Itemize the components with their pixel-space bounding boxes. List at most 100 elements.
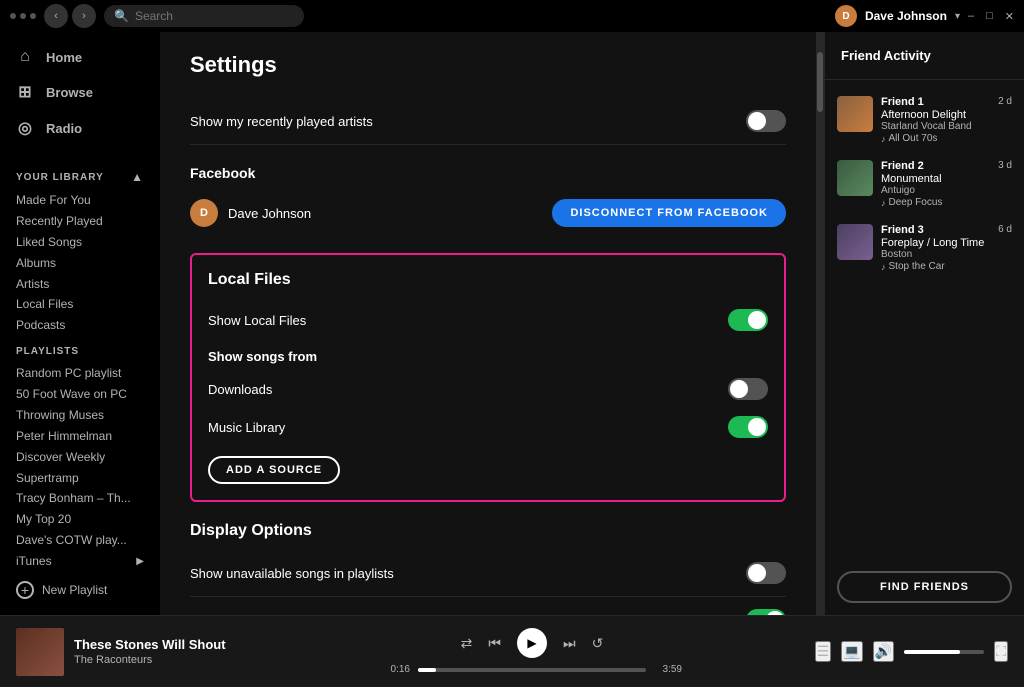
fa-time-1: 2 d xyxy=(998,96,1012,107)
track-artist: The Raconteurs xyxy=(74,654,226,666)
sidebar-item-made-for-you[interactable]: Made For You xyxy=(0,188,160,209)
fa-time-2: 3 d xyxy=(998,160,1012,171)
toggle-knob xyxy=(748,311,766,329)
local-files-section: Local Files Show Local Files Show songs … xyxy=(190,253,786,502)
maximize-button[interactable]: □ xyxy=(986,10,993,23)
search-bar[interactable]: 🔍 xyxy=(104,5,304,27)
friend-activity-list: Friend 1 2 d Afternoon Delight Starland … xyxy=(825,80,1024,559)
fa-user-name-3: Friend 3 xyxy=(881,224,924,236)
fa-note-icon-3: ♪ xyxy=(881,262,886,272)
prev-button[interactable]: ⏮ xyxy=(488,635,501,652)
next-button[interactable]: ⏭ xyxy=(563,635,576,652)
playlist-item-daves-cotw[interactable]: Dave's COTW play... xyxy=(0,528,160,549)
content-area: Settings Show my recently played artists… xyxy=(160,32,816,615)
sidebar-item-radio[interactable]: ◎ Radio xyxy=(0,110,160,146)
close-button[interactable]: ✕ xyxy=(1005,10,1014,23)
unavailable-songs-label: Show unavailable songs in playlists xyxy=(190,566,394,581)
announcements-row: Show announcements about new releases xyxy=(190,597,786,615)
sidebar-nav: ⌂ Home ⊞ Browse ◎ Radio xyxy=(0,40,160,146)
main-area: ⌂ Home ⊞ Browse ◎ Radio YOUR LIBRARY ▲ M… xyxy=(0,32,1024,615)
show-local-files-label: Show Local Files xyxy=(208,313,306,328)
show-local-files-toggle[interactable] xyxy=(728,309,768,331)
sidebar-item-recently-played[interactable]: Recently Played xyxy=(0,209,160,230)
music-library-label: Music Library xyxy=(208,420,285,435)
playlist-item-my-top-20[interactable]: My Top 20 xyxy=(0,507,160,528)
fa-user-name-2: Friend 2 xyxy=(881,160,924,172)
playlist-item-discover-weekly[interactable]: Discover Weekly xyxy=(0,445,160,466)
sidebar-item-browse[interactable]: ⊞ Browse xyxy=(0,74,160,110)
fa-name-row-1: Friend 1 2 d xyxy=(881,96,1012,108)
playlist-item-throwing-muses[interactable]: Throwing Muses xyxy=(0,403,160,424)
recently-played-toggle[interactable] xyxy=(746,110,786,132)
fa-info-3: Friend 3 6 d Foreplay / Long Time Boston… xyxy=(881,224,1012,272)
playlist-item-50-foot[interactable]: 50 Foot Wave on PC xyxy=(0,382,160,403)
playlist-item-tracy-bonham[interactable]: Tracy Bonham – Th... xyxy=(0,486,160,507)
playlist-item-random-pc[interactable]: Random PC playlist xyxy=(0,361,160,382)
friend-activity-item-1: Friend 1 2 d Afternoon Delight Starland … xyxy=(825,88,1024,152)
new-playlist-button[interactable]: + New Playlist xyxy=(0,573,160,607)
fa-artist-2: Antuigo xyxy=(881,185,1012,196)
fa-context-1: ♪ All Out 70s xyxy=(881,133,1012,144)
facebook-user-name: Dave Johnson xyxy=(228,206,311,221)
dot1 xyxy=(10,13,16,19)
sidebar-item-home[interactable]: ⌂ Home xyxy=(0,40,160,74)
music-library-toggle[interactable] xyxy=(728,416,768,438)
forward-button[interactable]: › xyxy=(72,4,96,28)
volume-bar[interactable] xyxy=(904,650,984,654)
sidebar-item-liked-songs[interactable]: Liked Songs xyxy=(0,230,160,251)
toggle-knob xyxy=(748,112,766,130)
fullscreen-button[interactable]: ⛶ xyxy=(994,641,1008,662)
progress-bar[interactable] xyxy=(418,668,646,672)
sidebar: ⌂ Home ⊞ Browse ◎ Radio YOUR LIBRARY ▲ M… xyxy=(0,32,160,615)
friend-activity-item-3: Friend 3 6 d Foreplay / Long Time Boston… xyxy=(825,216,1024,280)
playlist-item-supertramp[interactable]: Supertramp xyxy=(0,466,160,487)
queue-button[interactable]: ☰ xyxy=(815,641,832,662)
disconnect-facebook-button[interactable]: DISCONNECT FROM FACEBOOK xyxy=(552,199,786,227)
find-friends-button[interactable]: FIND FRIENDS xyxy=(837,571,1012,603)
library-section-label: YOUR LIBRARY ▲ xyxy=(0,162,160,188)
sidebar-item-albums[interactable]: Albums xyxy=(0,251,160,272)
devices-button[interactable]: 💻 xyxy=(841,641,862,662)
fa-artist-3: Boston xyxy=(881,249,1012,260)
toggle-knob xyxy=(766,611,784,615)
minimize-button[interactable]: – xyxy=(968,10,974,23)
repeat-button[interactable]: ↺ xyxy=(592,635,604,652)
fa-context-2: ♪ Deep Focus xyxy=(881,197,1012,208)
back-button[interactable]: ‹ xyxy=(44,4,68,28)
fa-context-3: ♪ Stop the Car xyxy=(881,261,1012,272)
recently-played-row: Show my recently played artists xyxy=(190,98,786,145)
collapse-icon[interactable]: ▲ xyxy=(131,170,144,184)
chevron-down-icon[interactable]: ▾ xyxy=(955,11,960,22)
content-scrollbar[interactable] xyxy=(816,32,824,615)
show-songs-from-label: Show songs from xyxy=(208,349,768,364)
sidebar-item-artists[interactable]: Artists xyxy=(0,272,160,293)
shuffle-button[interactable]: ⇄ xyxy=(461,635,473,652)
facebook-avatar: D xyxy=(190,199,218,227)
current-time: 0:16 xyxy=(382,664,410,675)
display-options-title: Display Options xyxy=(190,522,786,540)
fa-track-2: Monumental xyxy=(881,173,1012,185)
player-right: ☰ 💻 🔊 ⛶ xyxy=(808,641,1008,662)
play-pause-button[interactable]: ▶ xyxy=(517,628,547,658)
announcements-toggle[interactable] xyxy=(746,609,786,615)
home-icon: ⌂ xyxy=(16,48,34,66)
sidebar-browse-label: Browse xyxy=(46,85,93,100)
radio-icon: ◎ xyxy=(16,118,34,138)
fa-track-1: Afternoon Delight xyxy=(881,109,1012,121)
search-input[interactable] xyxy=(135,9,275,23)
dot3 xyxy=(30,13,36,19)
user-name: Dave Johnson xyxy=(865,9,947,23)
playlist-item-itunes[interactable]: iTunes ▶ xyxy=(0,549,160,573)
unavailable-songs-row: Show unavailable songs in playlists xyxy=(190,550,786,597)
toggle-knob xyxy=(748,564,766,582)
unavailable-songs-toggle[interactable] xyxy=(746,562,786,584)
sidebar-item-local-files[interactable]: Local Files xyxy=(0,292,160,313)
downloads-toggle[interactable] xyxy=(728,378,768,400)
sidebar-item-podcasts[interactable]: Podcasts xyxy=(0,313,160,334)
add-source-button[interactable]: ADD A SOURCE xyxy=(208,456,340,484)
toggle-knob xyxy=(748,418,766,436)
playlist-item-peter-himmelman[interactable]: Peter Himmelman xyxy=(0,424,160,445)
volume-icon[interactable]: 🔊 xyxy=(873,641,894,662)
downloads-row: Downloads xyxy=(208,370,768,408)
titlebar: ‹ › 🔍 D Dave Johnson ▾ – □ ✕ xyxy=(0,0,1024,32)
